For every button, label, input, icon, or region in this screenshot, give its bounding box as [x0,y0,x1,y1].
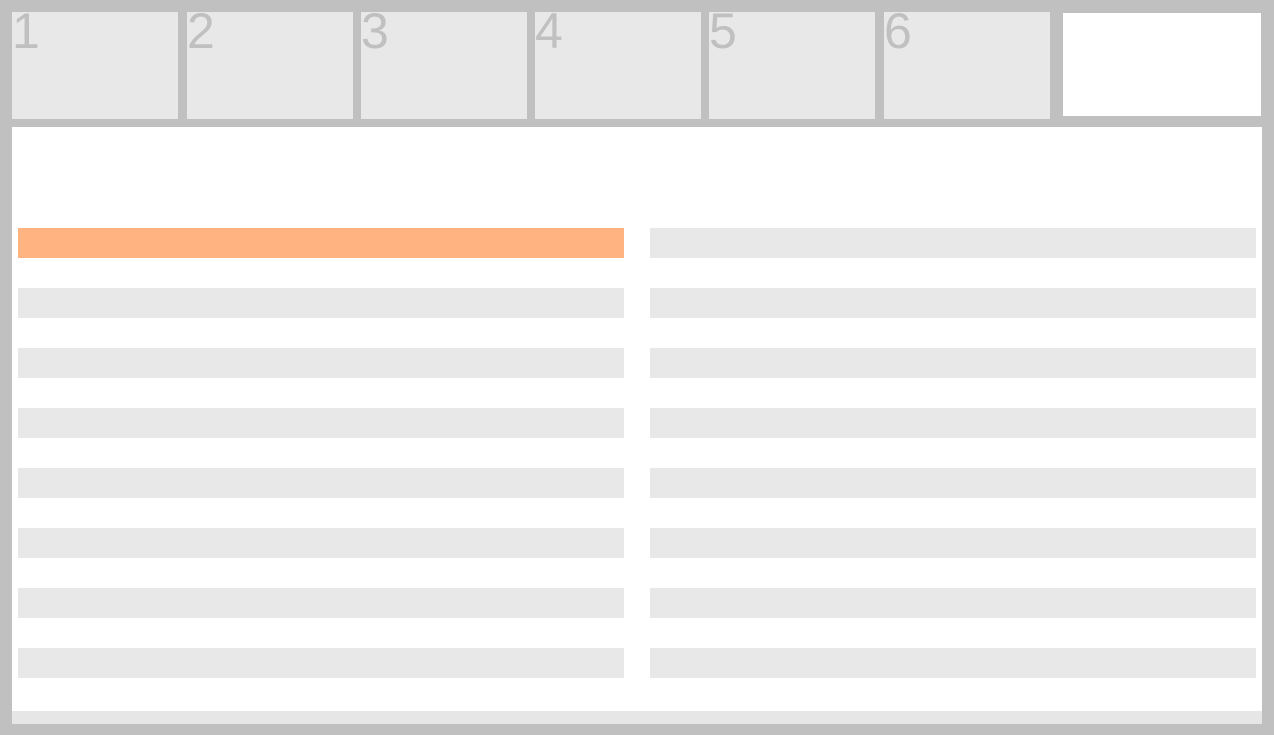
panel-footer-strip [12,711,1262,724]
list-item-left-4[interactable] [18,408,624,438]
tab-6[interactable]: 6 [884,12,1050,119]
list-item-right-8[interactable] [650,648,1256,678]
tab-4[interactable]: 4 [535,12,701,119]
list-item-left-3[interactable] [18,348,624,378]
tab-5[interactable]: 5 [709,12,875,119]
list-item-right-5[interactable] [650,468,1256,498]
list-item-right-6[interactable] [650,528,1256,558]
list-item-left-1[interactable] [18,228,624,258]
list-item-right-7[interactable] [650,588,1256,618]
tab-1[interactable]: 1 [12,12,178,119]
list-item-right-2[interactable] [650,288,1256,318]
tab-6-label: 6 [884,12,912,59]
list-item-right-4[interactable] [650,408,1256,438]
tab-2-label: 2 [187,12,215,59]
list-item-left-6[interactable] [18,528,624,558]
tab-5-label: 5 [709,12,737,59]
tab-1-label: 1 [12,12,40,59]
tab-2[interactable]: 2 [187,12,353,119]
list-item-left-5[interactable] [18,468,624,498]
list-item-left-8[interactable] [18,648,624,678]
list-item-right-3[interactable] [650,348,1256,378]
list-item-left-7[interactable] [18,588,624,618]
list-item-right-1[interactable] [650,228,1256,258]
tab-4-label: 4 [535,12,563,59]
blank-tile [1063,13,1261,116]
list-item-left-2[interactable] [18,288,624,318]
tab-3[interactable]: 3 [361,12,527,119]
tab-3-label: 3 [361,12,389,59]
